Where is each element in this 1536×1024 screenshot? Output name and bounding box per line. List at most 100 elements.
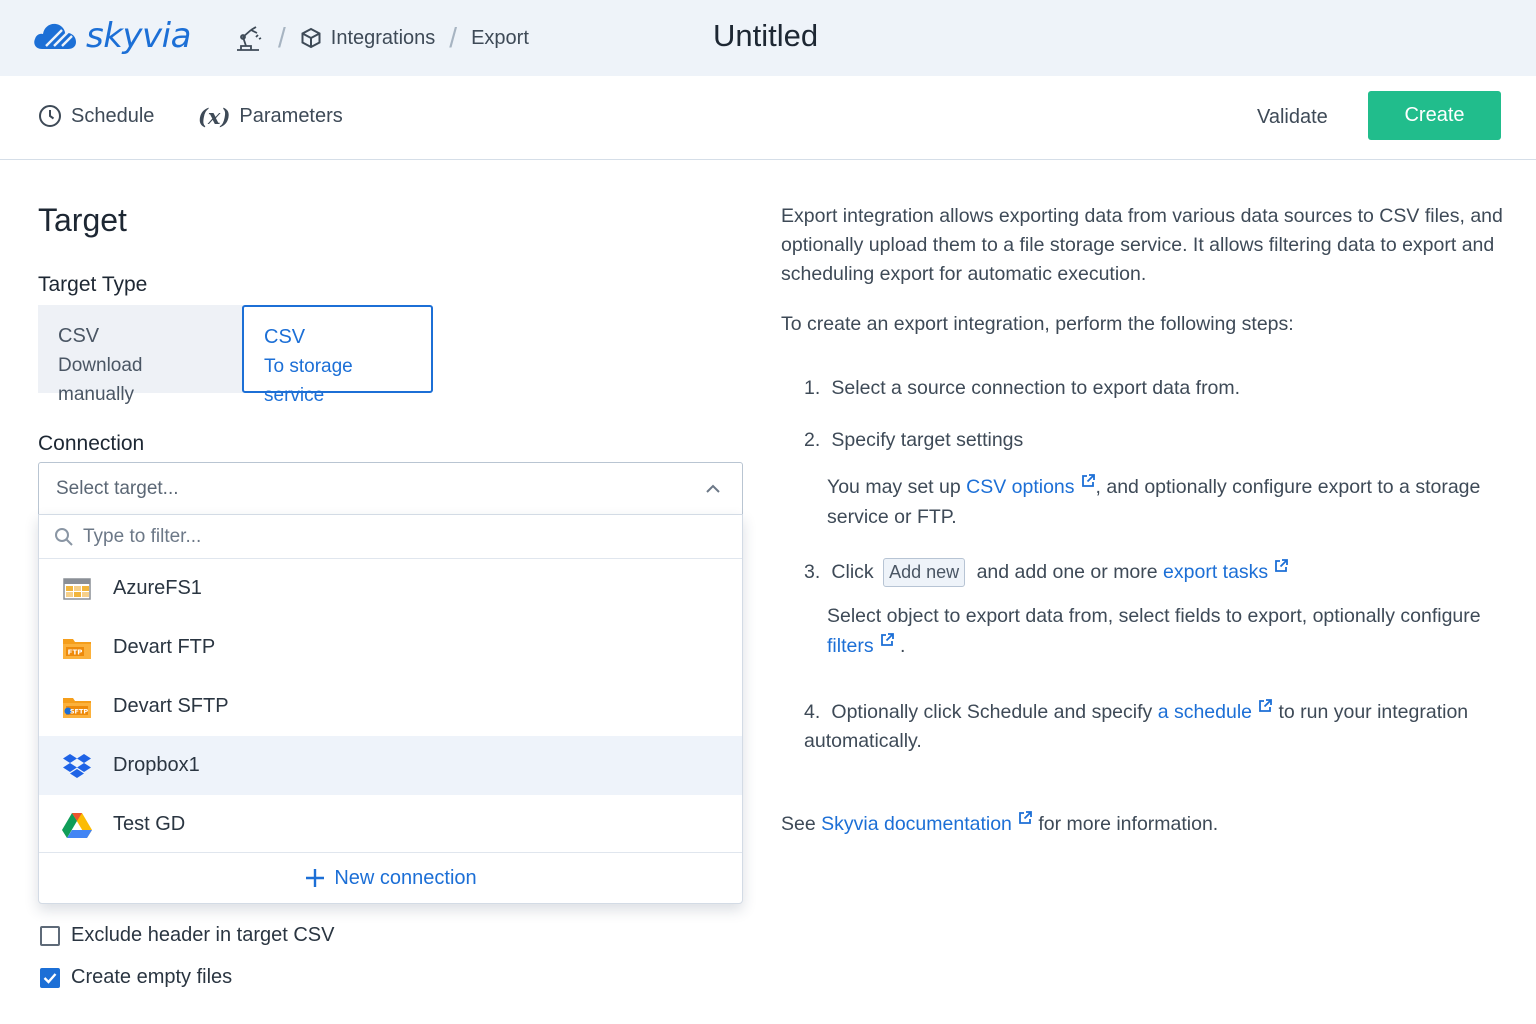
connection-name: Devart FTP (113, 636, 216, 658)
chevron-up-icon[interactable] (704, 480, 722, 498)
step-number: 2. (804, 429, 821, 451)
schedule-link[interactable]: a schedule (1157, 699, 1273, 723)
connection-name: Dropbox1 (113, 754, 200, 776)
csv-options-link-label: CSV options (966, 476, 1075, 498)
connection-name: AzureFS1 (113, 577, 202, 599)
search-icon (55, 527, 73, 546)
robot-arm-icon (237, 26, 262, 51)
step-text: Select a source connection to export dat… (831, 377, 1241, 399)
help-step-1: 1. Select a source connection to export … (804, 374, 1504, 403)
schedule-label: Schedule (71, 104, 155, 127)
breadcrumb-integrations[interactable]: Integrations (300, 27, 435, 50)
export-tasks-link[interactable]: export tasks (1163, 559, 1289, 583)
clock-icon (39, 105, 61, 127)
checkbox-box-checked[interactable] (40, 967, 60, 988)
schedule-link-label: a schedule (1157, 701, 1253, 723)
connection-dropdown: Type to filter... AzureFS1 FTP Devart FT… (38, 514, 743, 904)
step-detail-text: Select object to export data from, selec… (827, 605, 1481, 627)
validate-button[interactable]: Validate (1257, 106, 1328, 129)
exclude-header-label: Exclude header in target CSV (71, 924, 335, 946)
select-placeholder: Select target... (56, 477, 179, 499)
connection-item-azurefs1[interactable]: AzureFS1 (39, 559, 742, 618)
create-empty-files-checkbox[interactable]: Create empty files (40, 966, 232, 989)
help-step-3-detail: Select object to export data from, selec… (827, 601, 1507, 661)
cube-icon (301, 27, 321, 49)
step-detail-end: . (900, 635, 906, 657)
breadcrumb-separator: / (278, 22, 286, 53)
filter-input[interactable]: Type to filter... (39, 515, 742, 559)
footer-text: for more information. (1038, 813, 1219, 835)
azure-file-storage-icon (61, 573, 93, 605)
add-new-chip: Add new (883, 558, 966, 587)
help-step-2: 2. Specify target settings (804, 426, 1504, 455)
target-type-description: To storage service (264, 356, 353, 406)
google-drive-icon (61, 809, 93, 841)
connection-select[interactable]: Select target... (38, 462, 743, 515)
target-type-storage-service[interactable]: CSV To storage service (242, 305, 433, 406)
target-type-label: Target Type (38, 273, 148, 296)
connection-name: Devart SFTP (113, 695, 229, 717)
help-footer: See Skyvia documentation for more inform… (781, 810, 1511, 839)
connection-item-test-gd[interactable]: Test GD (39, 795, 742, 854)
external-link-icon (880, 633, 894, 646)
brand-name: skyvia (86, 16, 191, 56)
connection-item-devart-ftp[interactable]: FTP Devart FTP (39, 618, 742, 677)
checkbox-box[interactable] (40, 925, 60, 946)
help-steps-intro: To create an export integration, perform… (781, 313, 1294, 335)
step-number: 3. (804, 561, 821, 583)
parameters-button[interactable]: (x) Parameters (198, 104, 343, 129)
svg-text:FTP: FTP (68, 648, 83, 656)
external-link-icon (1019, 811, 1032, 824)
target-type-download-manually[interactable]: CSV Download manually (38, 305, 243, 405)
external-link-icon (1275, 559, 1289, 572)
connection-label: Connection (38, 432, 145, 455)
schedule-button[interactable]: Schedule (38, 104, 154, 128)
ftp-folder-icon: FTP (61, 632, 93, 664)
help-step-2-detail: You may set up CSV options, and optional… (827, 472, 1507, 532)
connection-item-dropbox1[interactable]: Dropbox1 (39, 736, 742, 795)
filters-link-label: filters (827, 635, 874, 657)
step-text: Click (831, 561, 874, 583)
plus-icon (306, 869, 325, 887)
top-header: skyvia / Integrations / Export Untitled (0, 0, 1536, 76)
target-type-description: Download manually (58, 355, 143, 405)
target-type-format: CSV (264, 326, 306, 348)
external-link-icon (1259, 699, 1272, 712)
breadcrumb-home[interactable] (234, 23, 264, 53)
cloud-logo-icon (34, 23, 76, 49)
csv-options-link[interactable]: CSV options (966, 474, 1095, 498)
footer-text: See (781, 813, 816, 835)
connection-item-devart-sftp[interactable]: SFTP Devart SFTP (39, 677, 742, 736)
create-button[interactable]: Create (1368, 91, 1501, 140)
filters-link[interactable]: filters (827, 633, 895, 657)
step-text: Specify target settings (831, 429, 1024, 451)
help-intro: Export integration allows exporting data… (781, 205, 1503, 285)
export-tasks-link-label: export tasks (1163, 561, 1269, 583)
parameters-label: Parameters (239, 105, 343, 127)
filter-placeholder: Type to filter... (83, 525, 202, 547)
new-connection-label: New connection (334, 866, 477, 889)
svg-text:SFTP: SFTP (70, 707, 89, 715)
checkmark-icon (43, 972, 57, 984)
breadcrumb-export: Export (471, 27, 529, 50)
step-text: Optionally click Schedule and specify (831, 701, 1153, 723)
breadcrumb: / Integrations / Export (234, 22, 529, 54)
step-detail-text: You may set up (827, 476, 961, 498)
external-link-icon (1081, 474, 1095, 487)
connection-name: Test GD (113, 813, 186, 835)
variable-icon: (x) (198, 104, 231, 129)
step-number: 4. (804, 701, 821, 723)
step-number: 1. (804, 377, 821, 399)
step-text: and add one or more (976, 561, 1158, 583)
dropbox-icon (61, 750, 93, 782)
skyvia-logo[interactable]: skyvia (32, 16, 191, 56)
exclude-header-checkbox[interactable]: Exclude header in target CSV (40, 924, 335, 947)
create-empty-files-label: Create empty files (71, 966, 233, 988)
page-title[interactable]: Untitled (713, 18, 818, 54)
target-section-title: Target (38, 202, 127, 238)
breadcrumb-export-label: Export (471, 26, 529, 49)
toolbar: Schedule (x) Parameters Validate Create (0, 76, 1536, 160)
new-connection-button[interactable]: New connection (39, 852, 742, 903)
skyvia-documentation-link[interactable]: Skyvia documentation (821, 811, 1033, 835)
sftp-folder-icon: SFTP (61, 691, 93, 723)
